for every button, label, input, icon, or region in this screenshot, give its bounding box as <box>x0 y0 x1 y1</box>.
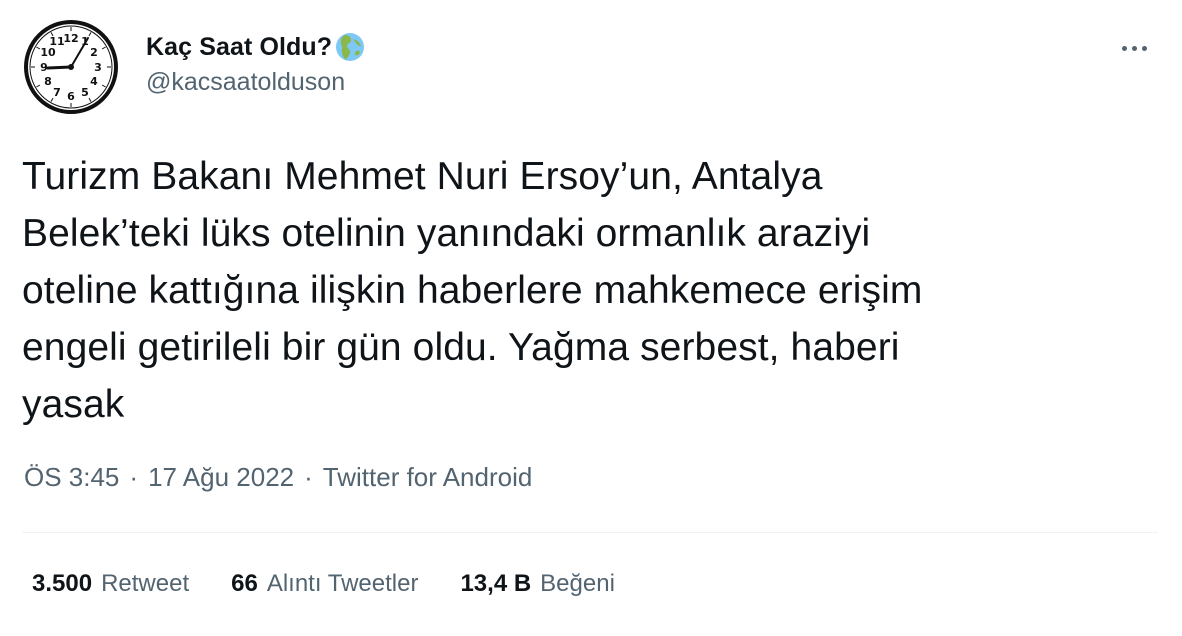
clock-number: 12 <box>63 32 78 45</box>
clock-number: 4 <box>90 75 98 88</box>
quotes-count: 66 <box>231 570 258 597</box>
name-row: Kaç Saat Oldu? <box>146 30 366 64</box>
user-info: Kaç Saat Oldu? @kacsaatolduson <box>146 30 366 97</box>
likes-label: Beğeni <box>540 570 615 597</box>
clock-number: 6 <box>67 90 75 103</box>
clock-number: 3 <box>94 61 102 74</box>
more-dot-icon <box>1141 45 1147 51</box>
clock-number: 7 <box>53 86 61 99</box>
tweet-source[interactable]: Twitter for Android <box>323 462 533 493</box>
meta-separator: · <box>304 462 313 492</box>
avatar[interactable]: 12 1 2 3 4 5 6 7 8 9 10 11 <box>22 18 120 116</box>
divider <box>22 532 1158 533</box>
likes-count: 13,4 B <box>460 570 532 597</box>
tweet-time[interactable]: ÖS 3:45 <box>24 462 119 493</box>
tweet-card: 12 1 2 3 4 5 6 7 8 9 10 11 <box>0 0 1182 636</box>
display-name[interactable]: Kaç Saat Oldu? <box>146 33 332 62</box>
tweet-date[interactable]: 17 Ağu 2022 <box>148 462 294 493</box>
retweets-label: Retweet <box>101 570 190 597</box>
retweets-count: 3.500 <box>32 570 93 597</box>
meta-separator: · <box>129 462 139 492</box>
tweet-text: Turizm Bakanı Mehmet Nuri Ersoy’un, Anta… <box>22 155 923 426</box>
user-handle[interactable]: @kacsaatolduson <box>146 68 366 97</box>
globe-africa-icon <box>334 31 366 63</box>
tweet-stats: 3.500 Retweet 66 Alıntı Tweetler 13,4 B … <box>32 570 657 598</box>
more-dot-icon <box>1131 45 1137 51</box>
more-dot-icon <box>1121 45 1127 51</box>
likes-stat[interactable]: 13,4 B Beğeni <box>460 570 614 598</box>
retweets-stat[interactable]: 3.500 Retweet <box>32 570 189 598</box>
clock-number: 5 <box>81 86 89 99</box>
tweet-meta: ÖS 3:45 · 17 Ağu 2022 · Twitter for Andr… <box>24 462 532 493</box>
quotes-label: Alıntı Tweetler <box>266 570 419 597</box>
clock-number: 8 <box>44 75 52 88</box>
more-options-button[interactable] <box>1114 36 1154 60</box>
clock-number: 2 <box>90 46 98 59</box>
clock-number: 11 <box>49 35 64 48</box>
quotes-stat[interactable]: 66 Alıntı Tweetler <box>231 570 418 598</box>
tweet-header: 12 1 2 3 4 5 6 7 8 9 10 11 <box>22 18 1160 118</box>
clock-icon: 12 1 2 3 4 5 6 7 8 9 10 11 <box>23 19 119 115</box>
